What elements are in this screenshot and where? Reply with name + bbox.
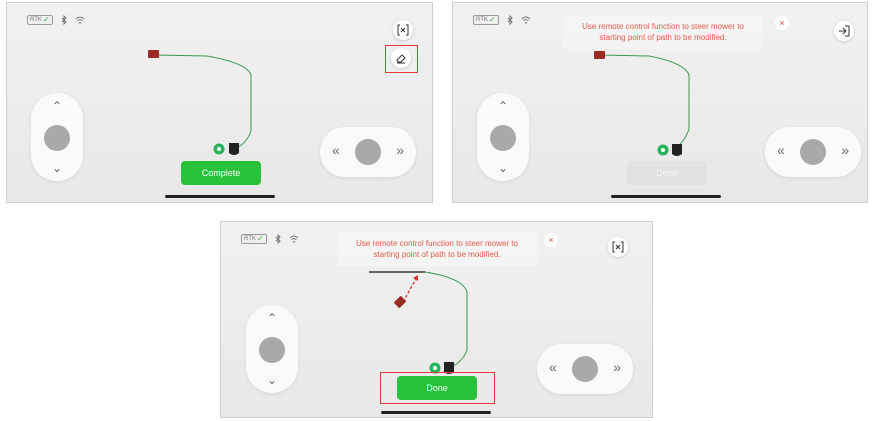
steering-joystick[interactable]: « » [537,344,633,394]
steering-joystick[interactable]: « » [765,127,861,177]
mower-icon [394,296,406,308]
screen-panel-2: RTK ✓ Use remote control function to stee… [452,2,868,203]
done-button-disabled[interactable]: Done [627,161,707,185]
forward-backward-joystick[interactable]: ⌃ ⌄ [477,93,529,181]
joystick-knob[interactable] [800,139,826,165]
home-indicator [165,195,275,198]
joystick-knob[interactable] [572,356,598,382]
done-button[interactable]: Done [397,376,477,400]
home-indicator [611,195,721,198]
mowing-path [371,271,468,369]
charging-station-icon [229,143,239,155]
chevron-down-icon: ⌄ [497,161,509,175]
chevron-right-icon: » [613,359,621,375]
screen-panel-1: RTK ✓ ⌃ ⌄ « » Complete [6,2,433,203]
mower-icon [148,50,159,58]
chevron-left-icon: « [549,359,557,375]
chevron-left-icon: « [777,142,785,158]
forward-backward-joystick[interactable]: ⌃ ⌄ [31,93,83,181]
chevron-up-icon: ⌃ [51,99,63,113]
chevron-down-icon: ⌄ [51,161,63,175]
mowing-path [598,54,690,150]
chevron-right-icon: » [841,142,849,158]
chevron-right-icon: » [396,142,404,158]
direction-arrow [402,278,417,303]
joystick-knob[interactable] [355,139,381,165]
mower-icon [594,51,605,59]
joystick-knob[interactable] [490,125,516,151]
chevron-up-icon: ⌃ [266,311,278,325]
chevron-down-icon: ⌄ [266,373,278,387]
charging-station-icon [672,144,682,156]
home-indicator [381,411,491,414]
joystick-knob[interactable] [44,125,70,151]
mowing-path [154,54,252,150]
chevron-up-icon: ⌃ [497,99,509,113]
screen-panel-3: RTK ✓ Use remote control function to stee… [220,221,653,418]
steering-joystick[interactable]: « » [320,127,416,177]
complete-button[interactable]: Complete [181,161,261,185]
chevron-left-icon: « [332,142,340,158]
forward-backward-joystick[interactable]: ⌃ ⌄ [246,305,298,393]
joystick-knob[interactable] [259,337,285,363]
